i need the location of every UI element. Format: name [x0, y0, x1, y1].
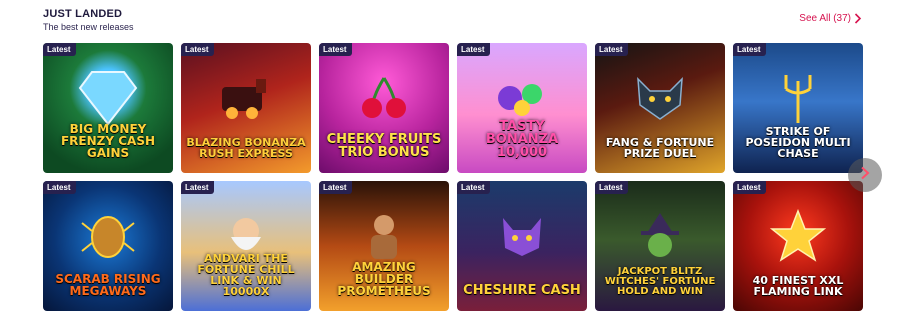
game-title: 40 FINEST XXL FLAMING LINK: [752, 274, 844, 298]
latest-badge: Latest: [733, 181, 766, 194]
game-title: CHEEKY FRUITS TRIO BONUS: [326, 132, 442, 160]
game-title: ANDVARI THE FORTUNE CHILL LINK & WIN 100…: [197, 252, 295, 298]
game-tile[interactable]: Latest CHEEKY FRUITS TRIO BONUS: [319, 43, 449, 173]
game-tile[interactable]: Latest BIG MONEY FRENZY CASH GAINS: [43, 43, 173, 173]
diamond-icon: [78, 70, 138, 126]
latest-badge: Latest: [181, 43, 214, 56]
game-tile[interactable]: Latest TASTY BONANZA 10,000: [457, 43, 587, 173]
trident-icon: [784, 74, 812, 123]
hero-icon: [371, 214, 397, 259]
game-tile[interactable]: Latest JACKPOT BLITZ WITCHES' FORTUNE HO…: [595, 181, 725, 311]
latest-badge: Latest: [733, 43, 766, 56]
game-title: CHESHIRE CASH: [463, 283, 581, 298]
train-icon: [222, 78, 266, 119]
game-tile[interactable]: Latest CHESHIRE CASH: [457, 181, 587, 311]
witch-icon: [641, 212, 679, 257]
game-grid: Latest BIG MONEY FRENZY CASH GAINS Lates…: [43, 43, 863, 311]
latest-badge: Latest: [319, 181, 352, 194]
cherry-icon: [362, 76, 406, 118]
game-tile[interactable]: Latest 40 FINEST XXL FLAMING LINK: [733, 181, 863, 311]
game-tile[interactable]: Latest ANDVARI THE FORTUNE CHILL LINK & …: [181, 181, 311, 311]
game-title: BIG MONEY FRENZY CASH GAINS: [60, 122, 156, 160]
game-tile[interactable]: Latest BLAZING BONANZA RUSH EXPRESS: [181, 43, 311, 173]
game-title: SCARAB RISING MEGAWAYS: [55, 272, 161, 298]
wolf-icon: [637, 76, 683, 120]
scarab-icon: [81, 215, 135, 258]
chevron-right-icon: [854, 13, 862, 24]
game-tile[interactable]: Latest SCARAB RISING MEGAWAYS: [43, 181, 173, 311]
game-title: TASTY BONANZA 10,000: [485, 119, 559, 160]
candy-icon: [498, 83, 542, 116]
game-title: BLAZING BONANZA RUSH EXPRESS: [186, 136, 306, 160]
carousel-next-button[interactable]: [848, 158, 882, 192]
star-icon: [770, 208, 826, 262]
game-title: FANG & FORTUNE PRIZE DUEL: [605, 136, 715, 160]
latest-badge: Latest: [457, 181, 490, 194]
game-title: JACKPOT BLITZ WITCHES' FORTUNE HOLD AND …: [604, 266, 716, 297]
cat-icon: [503, 217, 541, 256]
chevron-right-icon: [860, 166, 870, 185]
latest-badge: Latest: [595, 181, 628, 194]
game-tile[interactable]: Latest AMAZING BUILDER PROMETHEUS: [319, 181, 449, 311]
latest-badge: Latest: [181, 181, 214, 194]
see-all-label: See All (37): [799, 13, 851, 24]
game-title: STRIKE OF POSEIDON MULTI CHASE: [745, 125, 851, 160]
latest-badge: Latest: [319, 43, 352, 56]
latest-badge: Latest: [595, 43, 628, 56]
section-subtitle: The best new releases: [43, 22, 134, 32]
game-tile[interactable]: Latest FANG & FORTUNE PRIZE DUEL: [595, 43, 725, 173]
game-title: AMAZING BUILDER PROMETHEUS: [337, 260, 431, 298]
latest-badge: Latest: [43, 43, 76, 56]
game-tile[interactable]: Latest STRIKE OF POSEIDON MULTI CHASE: [733, 43, 863, 173]
section-title: JUST LANDED: [43, 8, 123, 20]
see-all-link[interactable]: See All (37): [799, 13, 862, 24]
latest-badge: Latest: [43, 181, 76, 194]
latest-badge: Latest: [457, 43, 490, 56]
